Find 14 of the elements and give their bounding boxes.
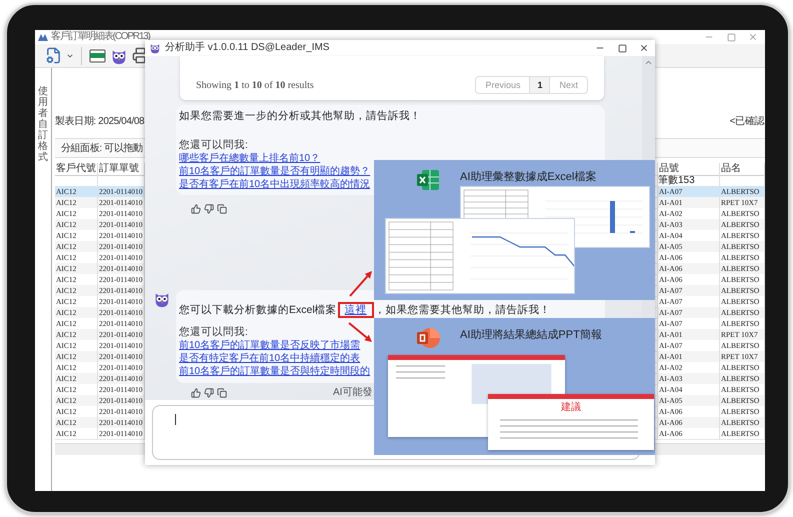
suggestion-label: 您還可以問我: (179, 326, 248, 339)
results-summary: Showing 1 to 10 of 10 results (196, 80, 314, 90)
slide-heading: 建議 (561, 402, 581, 414)
group-panel-hint: 分組面板: 可以拖動 (61, 142, 143, 155)
callout-title: AI助理將結果總結成PPT簡報 (460, 328, 602, 342)
suggestion-label: 您還可以問我: (179, 139, 248, 152)
report-date: 製表日期: 2025/04/08 (55, 114, 144, 128)
message-text: 您可以下載分析數據的Excel檔案 這裡 ，如果您需要其他幫助，請告訴我！ (179, 302, 552, 318)
callout-title: AI助理彙整數據成Excel檔案 (460, 170, 596, 184)
status-label: <已確認 (730, 114, 764, 128)
disclaimer-text: AI可能發 (333, 387, 372, 399)
window-title: 客戶訂單明細表(COPR13) (51, 31, 150, 43)
message-text: 如果您需要進一步的分析或其他幫助，請告訴我！ (179, 110, 422, 123)
window-title: 分析助手 v1.0.0.11 DS@Leader_IMS (165, 42, 330, 54)
